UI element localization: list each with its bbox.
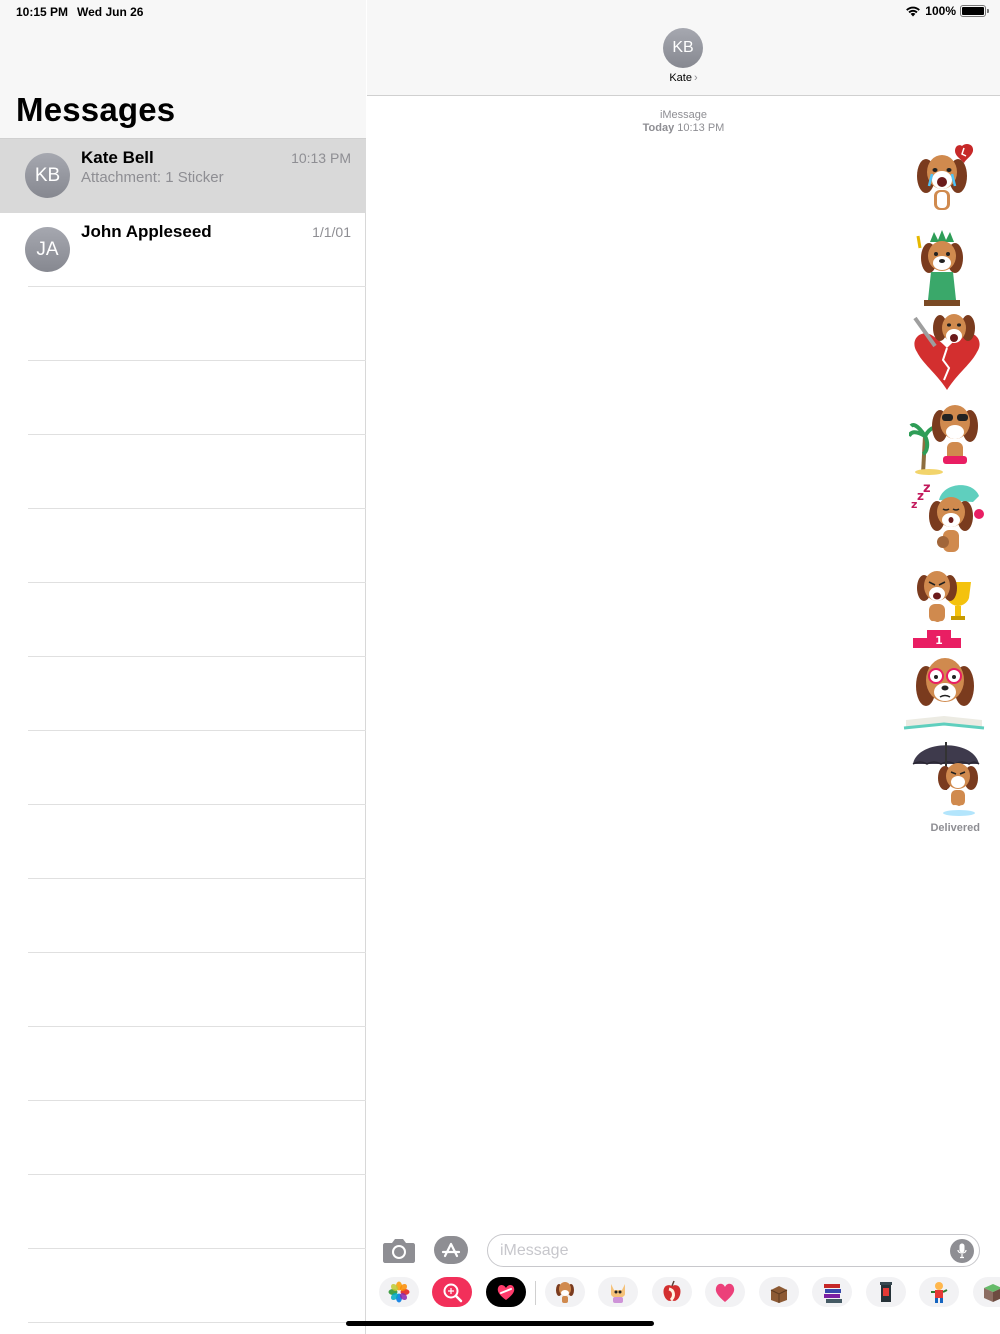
lantern-sticker-app-icon [880, 1282, 892, 1302]
status-indicators: 100% [905, 4, 989, 18]
battery-icon [960, 5, 989, 17]
message-input[interactable]: iMessage [487, 1234, 980, 1267]
empty-list-row [0, 731, 366, 805]
beagle-sleeping-nightcap-sticker[interactable]: z z z [909, 480, 985, 562]
message-timestamp: iMessage Today 10:13 PM [367, 109, 1000, 135]
lantern-sticker-app-button[interactable] [866, 1277, 906, 1307]
conversation-preview: Attachment: 1 Sticker [81, 169, 224, 186]
empty-list-row [0, 1027, 366, 1101]
empty-list-row [0, 879, 366, 953]
images-search-app-button[interactable] [432, 1277, 472, 1307]
block-sticker-app-icon [984, 1284, 1000, 1302]
empty-list-row [0, 509, 366, 583]
conversation-time: 1/1/01 [312, 224, 351, 240]
divider [28, 1322, 366, 1323]
digital-touch-app-icon [497, 1285, 515, 1300]
dictation-button[interactable] [950, 1239, 974, 1263]
status-time: 10:15 PM [16, 5, 69, 19]
beagle-statue-of-liberty-sticker[interactable] [912, 228, 982, 310]
app-drawer [367, 1272, 1000, 1316]
contact-name: Kate [669, 72, 692, 84]
apple-sticker-app-icon [663, 1280, 681, 1302]
conversation-name: Kate Bell [81, 148, 154, 167]
empty-list-row [0, 657, 366, 731]
page-title: Messages [16, 91, 176, 128]
figure-sticker-app-button[interactable] [919, 1277, 959, 1307]
photos-app-button[interactable] [379, 1277, 419, 1307]
status-bar: 10:15 PM Wed Jun 26 100% [0, 0, 1000, 24]
timestamp-day: Today [642, 122, 675, 134]
conversation-list-pane: Messages KB Kate Bell 10:13 PM Attachmen… [0, 0, 366, 1334]
battery-level [962, 7, 984, 15]
divider [535, 1281, 536, 1305]
beagle-crying-heart-sticker[interactable] [912, 142, 982, 224]
beagle-sticker-app-icon [556, 1282, 574, 1303]
beagle-sticker-app-button[interactable] [545, 1277, 585, 1307]
empty-list-row [0, 805, 366, 879]
conversation-row-kate-bell[interactable]: KB Kate Bell 10:13 PM Attachment: 1 Stic… [0, 139, 366, 213]
conversation-list: KB Kate Bell 10:13 PM Attachment: 1 Stic… [0, 139, 366, 1323]
svg-text:z: z [923, 481, 931, 496]
service-label: iMessage [659, 109, 708, 121]
conversation-name: John Appleseed [81, 222, 212, 241]
avatar: JA [25, 227, 70, 272]
avatar: KB [25, 153, 70, 198]
app-store-icon [434, 1236, 468, 1264]
home-indicator[interactable] [346, 1321, 654, 1326]
app-store-button[interactable] [434, 1236, 470, 1264]
chest-sticker-app-icon [770, 1286, 788, 1303]
cat-sticker-app-button[interactable] [598, 1277, 638, 1307]
conversation-pane: KB Kate › iMessage Today 10:13 PM z z z … [367, 0, 1000, 1334]
block-sticker-app-button[interactable] [973, 1277, 1000, 1307]
empty-list-row [0, 953, 366, 1027]
empty-list-row [0, 583, 366, 657]
conversation-row-john-appleseed[interactable]: JA John Appleseed 1/1/01 [0, 213, 366, 287]
battery-percent: 100% [925, 4, 956, 18]
empty-list-row [0, 1175, 366, 1249]
delivered-status: Delivered [930, 822, 980, 834]
status-date: Wed Jun 26 [77, 5, 144, 19]
empty-list-row [0, 435, 366, 509]
beagle-trophy-podium-sticker[interactable]: 1 [909, 564, 985, 650]
contact-name-button[interactable]: Kate › [367, 72, 1000, 84]
empty-list-row [0, 361, 366, 435]
chevron-right-icon: › [693, 72, 698, 84]
svg-text:1: 1 [935, 634, 943, 647]
figure-sticker-app-icon [931, 1282, 948, 1303]
beagle-umbrella-rain-sticker[interactable] [909, 734, 985, 816]
contact-avatar[interactable]: KB [663, 28, 703, 68]
photos-app-icon [388, 1281, 410, 1303]
wifi-icon [906, 6, 921, 17]
beagle-broken-heart-sticker[interactable] [909, 310, 985, 394]
camera-icon[interactable] [382, 1236, 416, 1264]
heart-sticker-app-button[interactable] [705, 1277, 745, 1307]
beagle-glasses-book-sticker[interactable] [902, 650, 986, 732]
empty-list-row [0, 1101, 366, 1175]
books-sticker-app-icon [824, 1284, 842, 1303]
images-search-app-icon [443, 1283, 463, 1303]
cat-sticker-app-icon [611, 1284, 625, 1303]
empty-list-row [0, 287, 366, 361]
apple-sticker-app-button[interactable] [652, 1277, 692, 1307]
conversation-time: 10:13 PM [291, 150, 351, 166]
digital-touch-app-button[interactable] [486, 1277, 526, 1307]
heart-sticker-app-icon [715, 1283, 735, 1302]
books-sticker-app-button[interactable] [812, 1277, 852, 1307]
empty-list-row [0, 1249, 366, 1323]
timestamp-time: 10:13 PM [677, 122, 725, 134]
beagle-sunglasses-beach-sticker[interactable] [909, 396, 985, 478]
chest-sticker-app-button[interactable] [759, 1277, 799, 1307]
microphone-icon [957, 1243, 967, 1259]
message-input-placeholder: iMessage [500, 1242, 569, 1259]
